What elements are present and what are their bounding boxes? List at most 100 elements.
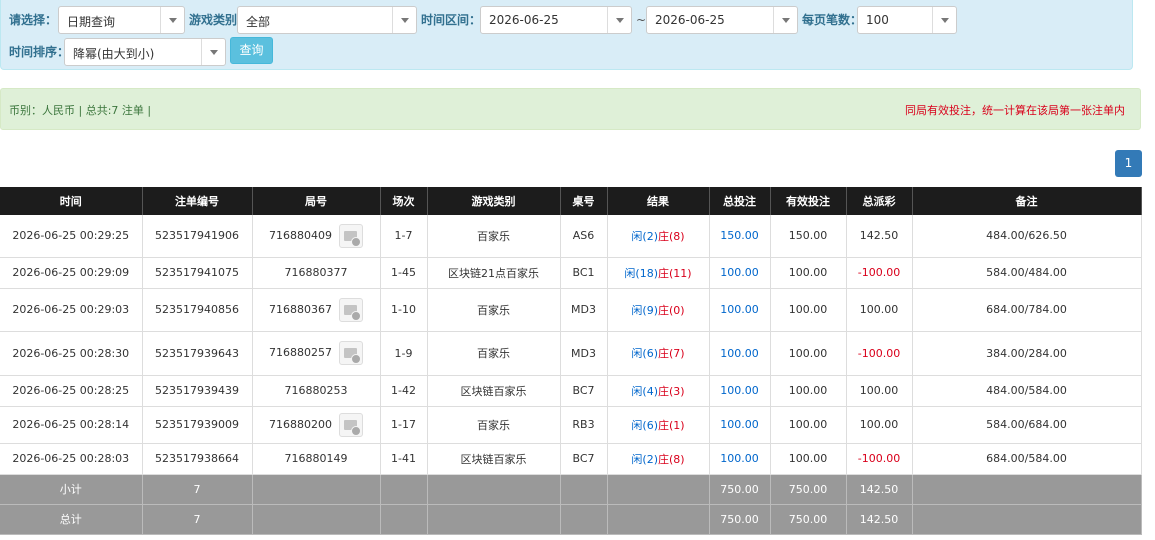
total-count: 7 [142,504,253,535]
cell-game-type: 区块链百家乐 [427,375,561,407]
cell-time: 2026-06-25 00:28:30 [0,331,143,376]
cell-total-bet: 150.00 [709,215,771,258]
query-type-value: 日期查询 [67,15,116,29]
video-replay-icon[interactable] [339,341,363,365]
chevron-down-icon [607,7,631,33]
cell-valid-bet: 100.00 [770,331,847,376]
cell-session: 1-42 [380,375,428,407]
chevron-down-icon [392,7,416,33]
summary-count: 币别：人民币 | 总共:7 注单 | [9,104,152,117]
result-banker: 庄(7) [658,347,685,360]
cell-table-id: MD3 [560,331,608,376]
result-banker: 庄(8) [658,452,685,466]
table-row: 2026-06-25 00:28:25 523517939439 716880253… [0,375,1142,407]
cell-game-type: 区块链21点百家乐 [427,257,561,289]
round-number: 716880200 [269,417,332,431]
cell-session: 1-45 [380,257,428,289]
chevron-down-icon [160,7,184,33]
cell-payout: 142.50 [846,215,913,258]
cell-result: 闲(2)庄(8) [607,215,710,258]
cell-round: 716880257 [252,331,381,376]
summary-bar: 币别：人民币 | 总共:7 注单 | 同局有效投注，统一计算在该局第一张注单内 [0,88,1141,130]
cell-table-id: BC1 [560,257,608,289]
cell-table-id: AS6 [560,215,608,258]
cell-result: 闲(18)庄(11) [607,257,710,289]
cell-order-id: 523517941075 [142,257,253,289]
chevron-down-icon [773,7,797,33]
cell-result: 闲(9)庄(0) [607,288,710,332]
column-header: 备注 [912,187,1142,215]
cell-payout: 100.00 [846,375,913,407]
total-valid: 750.00 [770,504,847,535]
cell-time: 2026-06-25 00:28:25 [0,375,143,407]
cell-session: 1-17 [380,406,428,444]
result-banker: 庄(8) [658,229,685,243]
sort-label: 时间排序： [9,45,70,59]
game-type-select[interactable]: 全部 [237,6,417,34]
cell-session: 1-10 [380,288,428,332]
cell-table-id: BC7 [560,375,608,407]
column-header: 游戏类别 [427,187,561,215]
query-type-select[interactable]: 日期查询 [58,6,185,34]
date-to-value: 2026-06-25 [655,13,725,27]
result-player: 闲(4) [631,384,658,398]
cell-time: 2026-06-25 00:29:03 [0,288,143,332]
cell-result: 闲(4)庄(3) [607,375,710,407]
game-type-value: 全部 [246,15,271,29]
total-payout: 142.50 [846,504,913,535]
result-banker: 庄(1) [658,418,685,432]
video-replay-icon[interactable] [339,223,363,248]
cell-result: 闲(2)庄(8) [607,443,710,475]
cell-payout: 100.00 [846,406,913,444]
column-header: 总投注 [709,187,771,215]
cell-game-type: 百家乐 [427,406,561,444]
cell-valid-bet: 100.00 [770,288,847,332]
result-player: 闲(9) [631,303,658,317]
cell-total-bet: 100.00 [709,288,771,332]
sort-select[interactable]: 降幂(由大到小) [64,38,226,66]
result-banker: 庄(3) [658,384,685,398]
column-header: 时间 [0,187,143,215]
round-number: 716880253 [284,384,348,397]
video-replay-icon[interactable] [339,412,363,437]
cell-valid-bet: 100.00 [770,406,847,444]
per-page-label: 每页笔数： [802,13,863,27]
cell-valid-bet: 150.00 [770,215,847,258]
cell-time: 2026-06-25 00:29:25 [0,215,143,258]
date-to-select[interactable]: 2026-06-25 [646,6,798,34]
table-row: 2026-06-25 00:28:30 523517939643 716880257… [0,331,1142,376]
column-header: 有效投注 [770,187,847,215]
cell-valid-bet: 100.00 [770,257,847,289]
per-page-select[interactable]: 100 [857,6,957,34]
cell-round: 716880409 [252,215,381,258]
column-header: 局号 [252,187,381,215]
cell-time: 2026-06-25 00:28:03 [0,443,143,475]
cell-note: 484.00/584.00 [912,375,1142,407]
cell-note: 584.00/684.00 [912,406,1142,444]
date-from-select[interactable]: 2026-06-25 [480,6,632,34]
cell-round: 716880149 [252,443,381,475]
subtotal-payout: 142.50 [846,474,913,505]
result-banker: 庄(11) [658,266,692,280]
round-number: 716880149 [284,452,348,465]
cell-round: 716880367 [252,288,381,332]
round-number: 716880409 [269,228,332,242]
table-row: 2026-06-25 00:29:25 523517941906 716880409… [0,215,1142,258]
chevron-down-icon [201,39,225,65]
cell-session: 1-9 [380,331,428,376]
column-header: 总派彩 [846,187,913,215]
cell-order-id: 523517940856 [142,288,253,332]
cell-time: 2026-06-25 00:29:09 [0,257,143,289]
cell-note: 684.00/784.00 [912,288,1142,332]
round-number: 716880257 [269,346,332,359]
pagination-page-1[interactable]: 1 [1115,150,1142,177]
subtotal-valid: 750.00 [770,474,847,505]
range-label: 时间区间： [421,13,482,27]
subtotal-row: 小计 7 750.00 750.00 142.50 [0,474,1142,505]
cell-time: 2026-06-25 00:28:14 [0,406,143,444]
range-separator: ~ [636,13,647,27]
sort-value: 降幂(由大到小) [73,47,155,61]
cell-round: 716880200 [252,406,381,444]
video-replay-icon[interactable] [339,297,363,322]
query-button[interactable]: 查询 [230,37,273,64]
